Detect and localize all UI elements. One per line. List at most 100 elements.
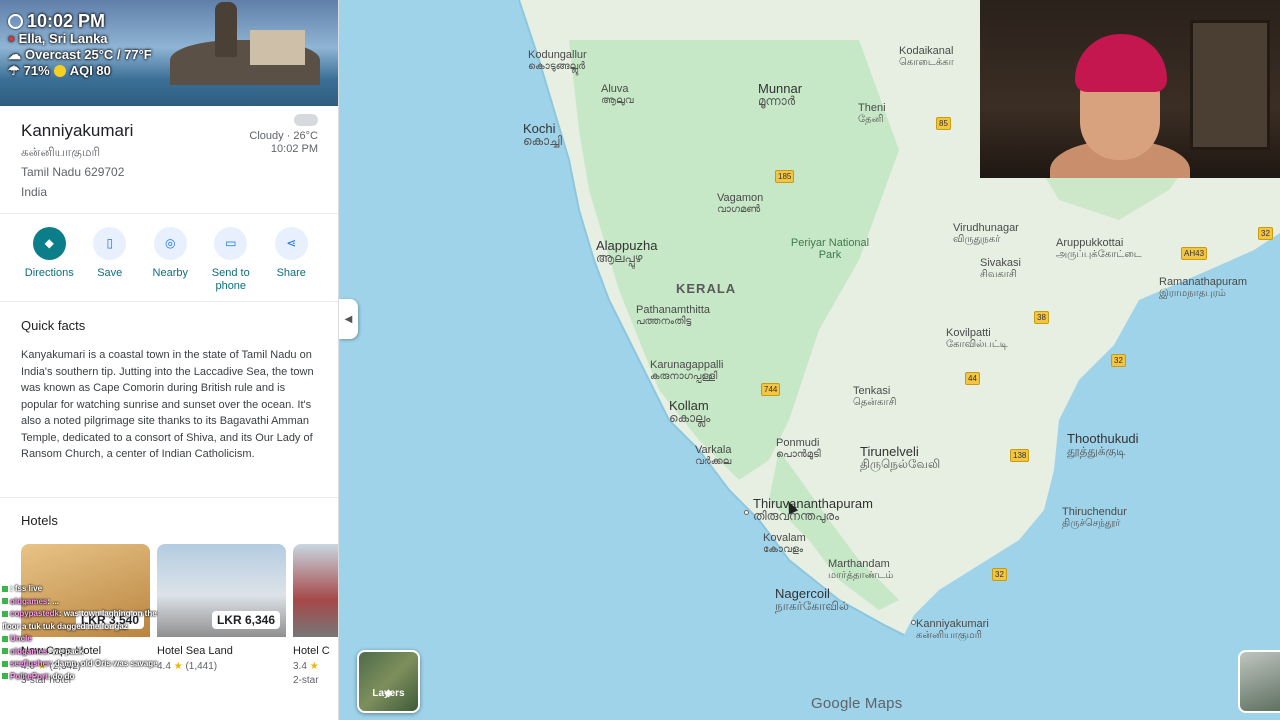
layers-button[interactable]: ◈ Layers (357, 650, 420, 713)
aqi-dot-icon (53, 65, 66, 77)
place-weather-time: 10:02 PM (270, 143, 318, 155)
webcam-person-durag (1075, 34, 1167, 92)
highway-shield: 85 (936, 117, 951, 130)
map-label-kanniyakumari[interactable]: Kanniyakumari கன்னியாகுமரி (916, 618, 989, 642)
save-label: Save (97, 267, 123, 279)
highway-shield: 38 (1034, 311, 1049, 324)
bookmark-icon: ▯ (93, 227, 127, 260)
map-label-kovilpatti[interactable]: Kovilpatti கோவில்பட்டி (946, 327, 1008, 351)
google-maps-logo: Google Maps (811, 695, 903, 712)
highway-shield: 138 (1010, 449, 1030, 462)
map-label-thoothukudi[interactable]: Thoothukudi தூத்துக்குடி (1067, 432, 1139, 457)
chat-message: floor a tuk tuk dagged me for gaz (2, 621, 128, 631)
chat-badge-icon (2, 610, 8, 617)
highway-shield: 744 (761, 383, 781, 396)
webcam-overlay (980, 0, 1280, 178)
action-bar: ◆ Directions ▯ Save ◎ Nearby ▭ Send to p… (0, 214, 338, 302)
clock-icon (8, 13, 23, 29)
chat-message: seeflusher: damn, old Oris was savage (2, 658, 222, 671)
chat-message: PolitePort: do do (2, 671, 222, 684)
chat-badge-icon (2, 648, 8, 655)
map-label-virudhunagar[interactable]: Virudhunagar விருதுநகர் (953, 222, 1019, 246)
directions-label: Directions (24, 267, 74, 279)
street-view-thumbnail[interactable] (1238, 650, 1280, 713)
place-address: Tamil Nadu 629702 (21, 165, 125, 179)
nearby-icon: ◎ (153, 227, 187, 260)
hotel-name: Hotel C (293, 645, 330, 657)
directions-button[interactable]: ◆ Directions (19, 227, 80, 301)
share-button[interactable]: ⋖ Share (261, 227, 322, 301)
map-label-kerala: KERALA (676, 281, 737, 296)
chat-message: copypastedk: was town laghing on the (2, 608, 222, 621)
hotel-photo (293, 544, 338, 637)
highway-shield: 32 (1111, 354, 1126, 367)
map-label-vagamon[interactable]: Vagamon വാഗമൺ (717, 192, 763, 216)
map-label-kollam[interactable]: Kollam കൊല്ലം (669, 399, 710, 424)
directions-icon: ◆ (32, 227, 66, 260)
chat-badge-icon (2, 673, 8, 680)
map-label-varkala[interactable]: Varkala വർക്കല (695, 444, 731, 468)
hero-statue (215, 2, 237, 57)
chat-message: oldgames: ... (2, 596, 222, 609)
map-label-karunagappalli[interactable]: Karunagappalli കരുനാഗപ്പള്ളി (650, 359, 723, 383)
map-label-tirunelveli[interactable]: Tirunelveli திருநெல்வேலி (860, 445, 940, 470)
cloud-icon: ☁ (8, 47, 21, 62)
highway-shield: 44 (965, 372, 980, 385)
map-label-kochi[interactable]: Kochi കൊച്ചി (523, 122, 562, 147)
map-label-marthandam[interactable]: Marthandam மார்த்தாண்டம் (828, 558, 893, 582)
stream-info-overlay: 10:02 PM ● Ella, Sri Lanka ☁ Overcast 25°C… (8, 11, 152, 79)
map-label-kodungallur[interactable]: Kodungallur കൊടുങ്ങല്ലൂർ (528, 49, 587, 73)
nearby-label: Nearby (152, 267, 188, 279)
map-label-thiruchendur[interactable]: Thiruchendur திருச்செந்தூர் (1062, 506, 1127, 530)
map-marker-kanniyakumari[interactable] (911, 620, 916, 625)
send-to-phone-button[interactable]: ▭ Send to phone (201, 227, 262, 301)
place-hero-image[interactable]: 10:02 PM ● Ella, Sri Lanka ☁ Overcast 25°C… (0, 0, 338, 106)
hotel-card[interactable]: Hotel C 3.4 ★ 2-star (293, 544, 338, 686)
layers-label: Layers (372, 688, 405, 699)
map-label-ramanathapuram[interactable]: Ramanathapuram இராமநாதபுரம் (1159, 276, 1247, 300)
map-label-ponmudi[interactable]: Ponmudi പൊൻമുടി (776, 437, 821, 461)
chat-message: Uncle (2, 633, 222, 646)
overlay-time: 10:02 PM (27, 11, 106, 31)
map-label-sivakasi[interactable]: Sivakasi சிவகாசி (980, 257, 1021, 281)
highway-shield: AH43 (1181, 247, 1208, 260)
map-marker-thiruvananthapuram[interactable] (744, 510, 749, 515)
save-button[interactable]: ▯ Save (80, 227, 141, 301)
hotel-rating: 3.4 ★ (293, 661, 319, 672)
highway-shield: 185 (775, 170, 795, 183)
chat-badge-icon (2, 635, 8, 642)
hotels-title: Hotels (21, 513, 58, 528)
map-label-theni[interactable]: Theni தேனி (858, 102, 886, 126)
place-country: India (21, 185, 48, 199)
map-label-kovalam[interactable]: Kovalam കോവളം (763, 532, 806, 556)
share-icon: ⋖ (274, 227, 308, 260)
rain-icon: ☂ (8, 63, 20, 78)
quick-facts-title: Quick facts (21, 318, 86, 333)
collapse-panel-button[interactable]: ◀ (339, 299, 358, 339)
map-label-munnar[interactable]: Munnar മൂന്നാർ (758, 82, 802, 107)
map-label-kodaikanal[interactable]: Kodaikanal கொடைக்கா (899, 45, 954, 69)
overlay-humidity: 71% (23, 63, 50, 78)
star-icon: ★ (309, 661, 319, 672)
map-label-pathanamthitta[interactable]: Pathanamthitta പത്തനംതിട്ട (636, 304, 710, 328)
map-label-tenkasi[interactable]: Tenkasi தென்காசி (853, 385, 896, 409)
nearby-button[interactable]: ◎ Nearby (140, 227, 201, 301)
place-weather: Cloudy · 26°C 10:02 PM (249, 130, 318, 156)
map-label-nagercoil[interactable]: Nagercoil நாகர்கோவில் (775, 587, 849, 612)
place-weather-text: Cloudy · 26°C (249, 130, 318, 142)
cloudy-weather-icon (294, 114, 318, 126)
map-label-alappuzha[interactable]: Alappuzha ആലപ്പുഴ (596, 239, 657, 264)
map-label-thiruvananthapuram[interactable]: Thiruvananthapuram തിരുവനന്തപുരം (753, 497, 873, 522)
overlay-location: Ella, Sri Lanka (18, 31, 108, 46)
send-to-phone-icon: ▭ (214, 227, 248, 260)
place-header: Kanniyakumari கன்னியாகுமரி Tamil Nadu 62… (0, 106, 338, 214)
chat-message: : fss live (2, 583, 222, 596)
webcam-background (1190, 20, 1270, 150)
map-label-aruppukkottai[interactable]: Aruppukkottai அருப்புக்கோட்டை (1056, 237, 1142, 261)
hotel-price: LKR 6,346 (211, 611, 280, 629)
highway-shield: 32 (1258, 227, 1273, 240)
map-label-periyar[interactable]: Periyar National Park (790, 237, 870, 261)
overlay-weather: Overcast 25°C / 77°F (25, 47, 152, 62)
chat-badge-icon (2, 585, 8, 592)
map-label-aluva[interactable]: Aluva ആലുവ (601, 83, 634, 107)
